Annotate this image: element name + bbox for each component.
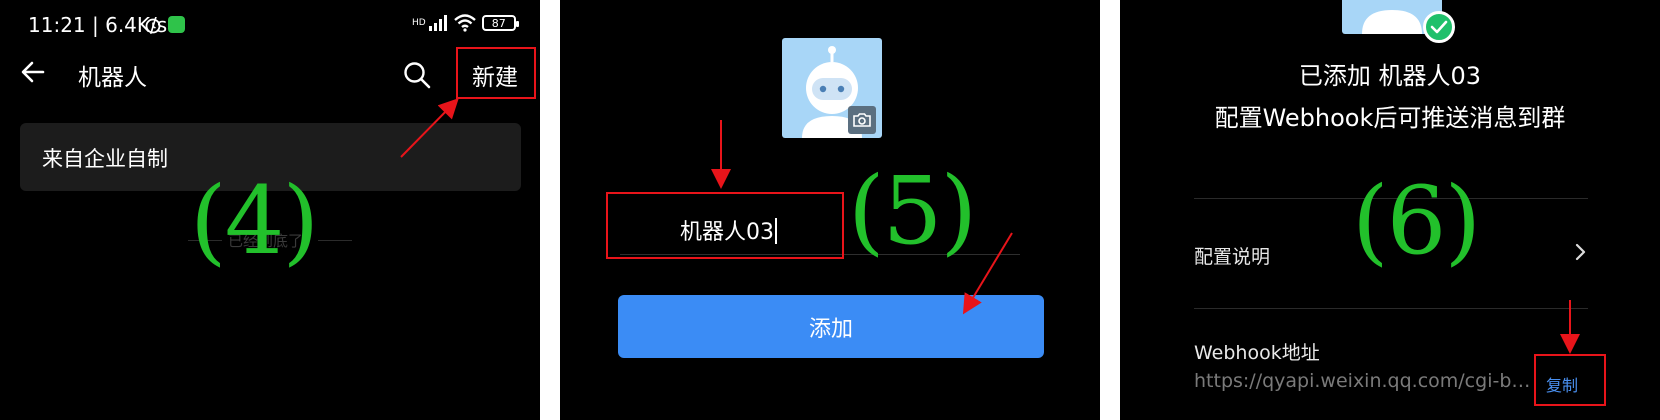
highlight-box [606,192,844,259]
screenshot-step-4: 11:21 | 6.4K/s HD 87 机器人 新建 来自企业自制 已经到底了… [0,0,540,420]
alarm-icon [144,16,162,38]
config-instructions-label: 配置说明 [1194,246,1271,268]
list-item-label: 来自企业自制 [42,147,168,171]
search-icon[interactable] [402,60,432,90]
check-icon [1423,11,1455,43]
status-icons: HD 87 [412,14,519,32]
wifi-icon [453,14,476,32]
screenshot-step-5: 机器人03 (5) 添加 [560,0,1100,420]
step-number-label: (4) [190,167,319,276]
signal-icon [428,15,447,31]
network-type-label: HD [412,18,426,28]
highlight-box [456,47,536,99]
highlight-box [1534,354,1606,406]
chevron-right-icon [1575,243,1586,261]
battery-level: 87 [491,16,506,30]
step-number-label: (5) [848,157,977,266]
add-button[interactable]: 添加 [618,295,1044,358]
added-subtitle: 配置Webhook后可推送消息到群 [1214,104,1566,132]
added-title: 已添加 机器人03 [1298,62,1482,90]
step-number-label: (6) [1352,167,1481,276]
app-notification-icon [168,16,185,33]
camera-icon[interactable] [848,106,876,134]
screenshot-step-6: 已添加 机器人03 配置Webhook后可推送消息到群 配置说明 Webhook… [1120,0,1660,420]
webhook-label: Webhook地址 [1194,342,1320,364]
battery-indicator: 87 [481,15,519,31]
back-arrow-icon[interactable] [18,57,48,87]
page-title: 机器人 [78,65,147,91]
webhook-url: https://qyapi.weixin.qq.com/cgi-bi… [1194,370,1534,392]
divider [1194,308,1588,309]
divider-right [318,240,352,241]
